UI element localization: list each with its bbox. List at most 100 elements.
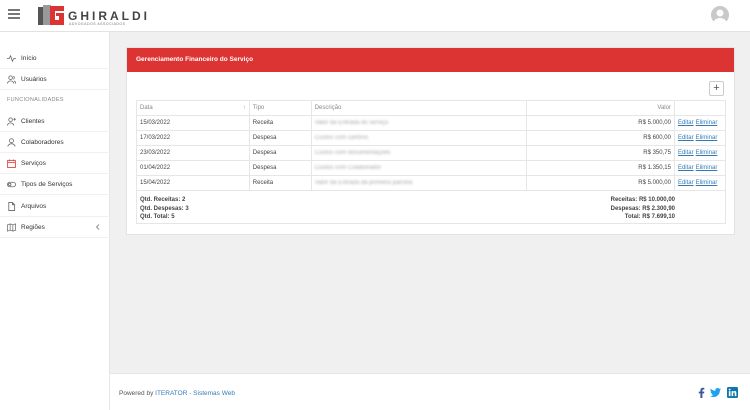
summary-qtd-despesas: Qtd. Despesas: 3	[140, 205, 189, 212]
delete-link[interactable]: Eliminar	[696, 120, 718, 126]
summary-despesas: Despesas: R$ 2.300,90	[610, 205, 675, 212]
summary-qtd-total: Qtd. Total: 5	[140, 214, 175, 220]
cell-date: 17/03/2022	[136, 130, 250, 146]
summary-total: Total: R$ 7.699,10	[624, 214, 675, 220]
edit-link[interactable]: Editar	[678, 180, 694, 186]
sidebar-item-clientes[interactable]: Clientes	[0, 111, 110, 132]
column-header-tipo[interactable]: Tipo	[248, 100, 312, 116]
column-header-descricao[interactable]: Descrição	[310, 100, 528, 116]
cell-date: 15/03/2022	[136, 115, 250, 131]
top-bar: GHIRALDI ADVOGADOS ASSOCIADOS	[0, 0, 750, 32]
cell-date: 01/04/2022	[136, 160, 250, 176]
edit-link[interactable]: Editar	[678, 150, 694, 156]
cell-description: Valor da Entrada da primeira parcela	[310, 175, 528, 191]
financial-table: Data ↑ Tipo Descrição Valor 15/03/2022 Re…	[136, 100, 727, 191]
summary-counts: Qtd. Receitas: 2 Qtd. Despesas: 3 Qtd. T…	[140, 196, 189, 222]
table-header-row: Data ↑ Tipo Descrição Valor	[136, 100, 727, 116]
cell-type: Despesa	[248, 145, 312, 161]
activity-icon	[7, 54, 16, 62]
sidebar-item-arquivos[interactable]: Arquivos	[0, 196, 110, 217]
column-header-data[interactable]: Data ↑	[136, 100, 250, 116]
toggle-icon	[7, 181, 16, 187]
users-icon	[7, 74, 16, 84]
logo-subtitle: ADVOGADOS ASSOCIADOS	[69, 22, 126, 26]
summary-qtd-receitas: Qtd. Receitas: 2	[140, 197, 186, 203]
sidebar-section-label: FUNCIONALIDADES	[7, 97, 64, 103]
cell-actions: Editar Eliminar	[673, 145, 727, 161]
card-title: Gerenciamento Financeiro do Serviço	[127, 48, 734, 72]
chevron-left-icon[interactable]	[95, 224, 101, 230]
cell-date: 15/04/2022	[136, 175, 250, 191]
cell-value: R$ 1.350,15	[526, 160, 675, 176]
sidebar-item-label: Arquivos	[21, 202, 47, 210]
sidebar-item-inicio[interactable]: Início	[0, 48, 110, 69]
sidebar-item-label: Regiões	[21, 223, 45, 231]
menu-icon[interactable]	[8, 9, 20, 21]
avatar[interactable]	[711, 6, 729, 24]
cell-actions: Editar Eliminar	[673, 175, 727, 191]
twitter-icon[interactable]	[710, 387, 721, 398]
table-summary: Qtd. Receitas: 2 Qtd. Despesas: 3 Qtd. T…	[136, 190, 726, 224]
sidebar: Início Usuários FUNCIONALIDADES Clientes…	[0, 32, 110, 410]
cell-value: R$ 350,75	[526, 145, 675, 161]
sidebar-item-label: Usuários	[21, 75, 47, 83]
linkedin-icon[interactable]	[727, 387, 738, 398]
sort-icon[interactable]: ↑	[243, 105, 246, 111]
logo[interactable]: GHIRALDI ADVOGADOS ASSOCIADOS	[38, 4, 147, 28]
financial-card: Gerenciamento Financeiro do Serviço + Da…	[126, 47, 735, 235]
logo-name: GHIRALDI	[68, 9, 150, 23]
facebook-icon[interactable]	[696, 387, 707, 398]
cell-actions: Editar Eliminar	[673, 115, 727, 131]
add-entry-button[interactable]: +	[709, 81, 724, 96]
edit-link[interactable]: Editar	[678, 120, 694, 126]
column-header-label: Data	[140, 105, 153, 111]
user-icon	[7, 137, 16, 147]
sidebar-item-label: Tipos de Serviços	[21, 180, 73, 188]
summary-totals: Receitas: R$ 10.000,00 Despesas: R$ 2.30…	[611, 196, 675, 222]
delete-link[interactable]: Eliminar	[696, 165, 718, 171]
cell-value: R$ 5.000,00	[526, 175, 675, 191]
sidebar-item-servicos[interactable]: Serviços	[0, 153, 110, 174]
cell-type: Receita	[248, 175, 312, 191]
column-header-valor[interactable]: Valor	[526, 100, 675, 116]
cell-description: Custos com cartório	[310, 130, 528, 146]
cell-description: Custos com documentações	[310, 145, 528, 161]
powered-by: Powered by ITERATOR - Sistemas Web	[119, 390, 235, 397]
cell-type: Receita	[248, 115, 312, 131]
powered-prefix: Powered by	[119, 390, 156, 397]
summary-receitas: Receitas: R$ 10.000,00	[610, 197, 675, 203]
sidebar-item-label: Serviços	[21, 159, 46, 167]
sidebar-item-colaboradores[interactable]: Colaboradores	[0, 132, 110, 153]
sidebar-item-regioes[interactable]: Regiões	[0, 217, 110, 238]
table-row: 17/03/2022 Despesa Custos com cartório R…	[136, 130, 727, 146]
cell-description: Valor da Entrada do serviço	[310, 115, 528, 131]
sidebar-item-tipos-de-servicos[interactable]: Tipos de Serviços	[0, 174, 110, 195]
delete-link[interactable]: Eliminar	[696, 135, 718, 141]
sidebar-item-label: Colaboradores	[21, 138, 64, 146]
edit-link[interactable]: Editar	[678, 165, 694, 171]
cell-value: R$ 600,00	[526, 130, 675, 146]
calendar-icon	[7, 158, 16, 168]
footer: Powered by ITERATOR - Sistemas Web	[110, 373, 750, 410]
column-header-actions	[673, 100, 727, 116]
cell-type: Despesa	[248, 160, 312, 176]
powered-brand-link[interactable]: ITERATOR - Sistemas Web	[155, 390, 235, 397]
table-row: 15/03/2022 Receita Valor da Entrada do s…	[136, 115, 727, 131]
delete-link[interactable]: Eliminar	[696, 150, 718, 156]
cell-description: Custos com Colaborador	[310, 160, 528, 176]
edit-link[interactable]: Editar	[678, 135, 694, 141]
table-row: 01/04/2022 Despesa Custos com Colaborado…	[136, 160, 727, 176]
cell-actions: Editar Eliminar	[673, 130, 727, 146]
cell-value: R$ 5.000,00	[526, 115, 675, 131]
sidebar-item-label: Início	[21, 54, 37, 62]
logo-mark	[38, 5, 64, 25]
cell-date: 23/03/2022	[136, 145, 250, 161]
table-row: 23/03/2022 Despesa Custos com documentaç…	[136, 145, 727, 161]
table-row: 15/04/2022 Receita Valor da Entrada da p…	[136, 175, 727, 191]
sidebar-item-usuarios[interactable]: Usuários	[0, 69, 110, 90]
delete-link[interactable]: Eliminar	[696, 180, 718, 186]
cell-type: Despesa	[248, 130, 312, 146]
file-icon	[8, 201, 16, 211]
user-avatar-icon	[713, 9, 727, 24]
cell-actions: Editar Eliminar	[673, 160, 727, 176]
